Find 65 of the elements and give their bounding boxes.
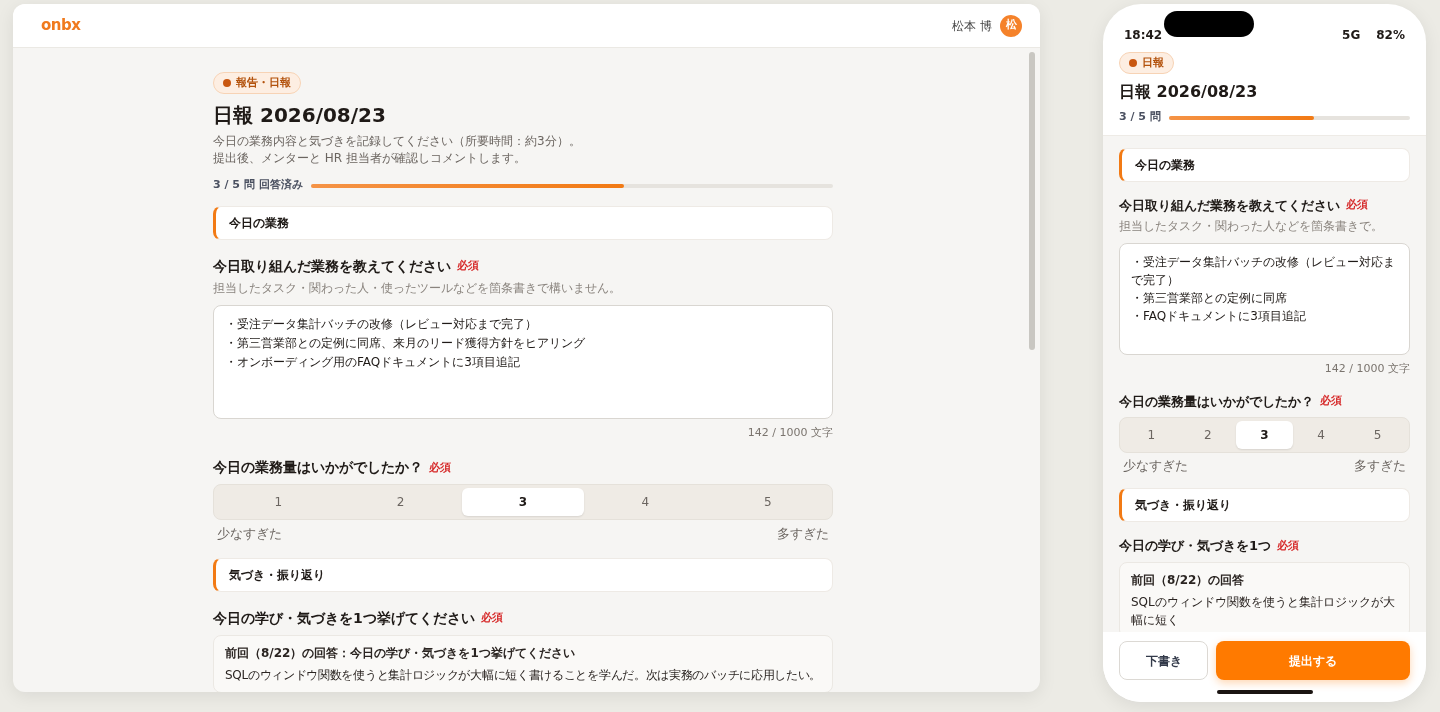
required-label: 必須	[1320, 393, 1342, 410]
previous-answer-title: 前回（8/22）の回答：今日の学び・気づきを1つ挙げてください	[225, 645, 576, 662]
answer-field[interactable]: ・受注データ集計バッチの改修（レビュー対応まで完了） ・第三営業部との定例に同席 ・FAQドキュメントに3項目追記	[1119, 243, 1410, 356]
answer-line: ・受注データ集計バッチの改修（レビュー対応まで完了）	[225, 315, 538, 333]
submit-button[interactable]: 提出する	[1216, 641, 1410, 680]
question-label: 今日の業務量はいかがでしたか？	[1119, 392, 1314, 411]
previous-answer-text: SQLのウィンドウ関数を使うと集計ロジックが大幅に短く	[1131, 593, 1396, 629]
section-header: 今日の業務	[213, 205, 833, 240]
scale-high-label: 多すぎた	[777, 525, 829, 544]
section-header: 今日の業務	[1119, 147, 1410, 182]
page-title: 日報 2026/08/23	[1119, 81, 1259, 104]
dot-icon	[223, 79, 231, 87]
rating-option[interactable]: 3	[461, 488, 585, 517]
rating-option[interactable]: 5	[706, 488, 830, 517]
answer-line: ・オンボーディング用のFAQドキュメントに3項目追記	[225, 353, 521, 371]
rating-option[interactable]: 3	[1236, 421, 1293, 450]
rating-option[interactable]: 1	[1123, 421, 1180, 450]
rating-option[interactable]: 2	[1179, 421, 1237, 450]
scrollbar-thumb[interactable]	[1029, 52, 1035, 350]
user-name: 松本 博	[952, 17, 992, 35]
rating-option[interactable]: 5	[1349, 421, 1406, 450]
scale-low-label: 少なすぎた	[1123, 457, 1188, 476]
tag-label: 報告・日報	[236, 74, 291, 91]
battery-label: 82%	[1376, 27, 1405, 44]
section-header: 気づき・振り返り	[1119, 488, 1410, 522]
section-header: 気づき・振り返り	[213, 558, 833, 592]
previous-answer-text: SQLのウィンドウ関数を使うと集計ロジックが大幅に短く書けることを学んだ。次は実務のバッチに応用したい。	[225, 667, 821, 684]
status-time: 18:42	[1124, 27, 1163, 44]
description-text: 提出後、メンターと HR 担当者が確認しコメントします。	[213, 150, 527, 168]
answer-line: ・第三営業部との定例に同席	[1131, 290, 1288, 308]
draft-button[interactable]: 下書き	[1119, 641, 1208, 680]
required-label: 必須	[1346, 197, 1368, 214]
answer-line: ・FAQドキュメントに3項目追記	[1131, 308, 1307, 326]
required-label: 必須	[480, 610, 503, 627]
question-label: 今日取り組んだ業務を教えてください	[213, 256, 451, 276]
description-text: 今日の業務内容と気づきを記録してください（所要時間：約3分）。	[213, 133, 582, 151]
required-label: 必須	[429, 459, 451, 476]
required-label: 必須	[1277, 537, 1300, 554]
scale-high-label: 多すぎた	[1354, 457, 1406, 476]
tag-label: 日報	[1142, 54, 1164, 71]
network-label: 5G	[1342, 27, 1361, 44]
answer-line: ・受注データ集計バッチの改修（レビュー対応まで完了）	[1131, 254, 1396, 290]
question-label: 今日取り組んだ業務を教えてください	[1119, 196, 1340, 215]
hint-text: 担当したタスク・関わった人などを箇条書きで。	[1119, 218, 1384, 236]
question-label: 今日の学び・気づきを1つ	[1119, 537, 1272, 555]
progress-label: 3 / 5 問	[1119, 109, 1161, 126]
rating-option[interactable]: 4	[584, 488, 707, 517]
answer-field[interactable]: ・受注データ集計バッチの改修（レビュー対応まで完了） ・第三営業部との定例に同席、来月のリード獲得方針をヒアリング ・オンボーディング用のFAQドキュメントに3項目追記	[213, 304, 833, 419]
dot-icon	[1129, 59, 1137, 67]
question-label: 今日の学び・気づきを1つ挙げてください	[213, 609, 475, 628]
required-label: 必須	[457, 258, 479, 274]
logo[interactable]: onbx	[41, 14, 81, 37]
avatar[interactable]: 松	[1000, 14, 1022, 37]
question-label: 今日の業務量はいかがでしたか？	[213, 458, 423, 478]
hint-text: 担当したタスク・関わった人・使ったツールなどを箇条書きで構いません。	[213, 279, 622, 297]
rating-option[interactable]: 1	[217, 488, 340, 517]
scale-low-label: 少なすぎた	[217, 525, 282, 544]
character-counter: 142 / 1000 文字	[746, 424, 833, 441]
progress-label: 3 / 5 問 回答済み	[213, 177, 303, 194]
previous-answer-title: 前回（8/22）の回答	[1131, 571, 1246, 589]
rating-option[interactable]: 4	[1292, 421, 1350, 450]
rating-option[interactable]: 2	[339, 488, 462, 517]
character-counter: 142 / 1000 文字	[1323, 361, 1410, 378]
page-title: 日報 2026/08/23	[213, 103, 387, 128]
answer-line: ・第三営業部との定例に同席、来月のリード獲得方針をヒアリング	[225, 334, 586, 352]
